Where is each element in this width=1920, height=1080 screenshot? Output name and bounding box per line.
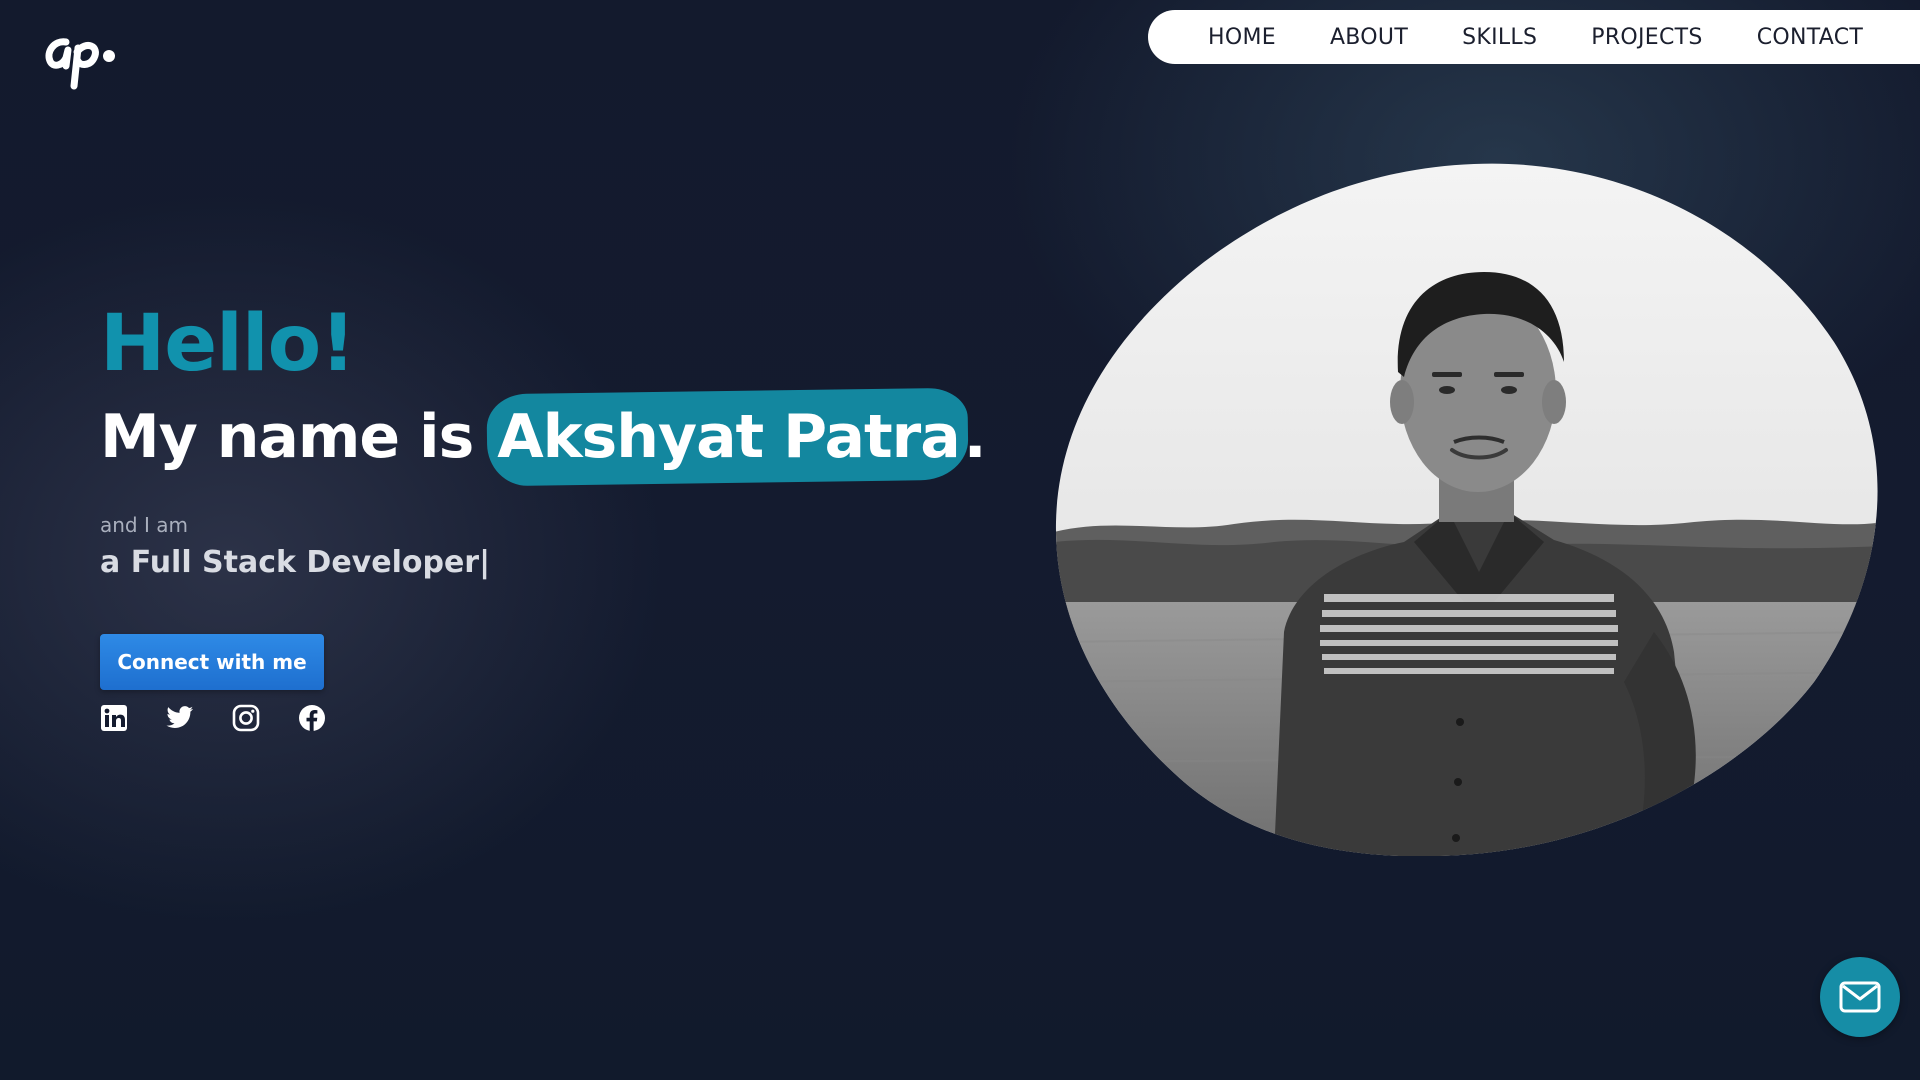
hero-role: a Full Stack Developer|: [100, 545, 491, 580]
name-highlight: Akshyat Patra: [493, 407, 964, 467]
site-logo[interactable]: [44, 28, 118, 92]
hero-section: Hello! My name is Akshyat Patra. and I a…: [100, 299, 987, 732]
linkedin-icon[interactable]: [100, 704, 128, 732]
profile-photo: [1054, 162, 1884, 857]
connect-button[interactable]: Connect with me: [100, 634, 324, 690]
social-links: [100, 704, 986, 732]
hero-name: Akshyat Patra: [497, 402, 961, 472]
instagram-icon[interactable]: [232, 704, 260, 732]
hero-greeting: Hello!: [100, 299, 356, 389]
nav-projects[interactable]: PROJECTS: [1591, 25, 1702, 50]
nav-skills[interactable]: SKILLS: [1462, 25, 1537, 50]
nav-contact[interactable]: CONTACT: [1757, 25, 1863, 50]
hero-name-line: My name is Akshyat Patra.: [100, 407, 987, 467]
name-prefix: My name is: [100, 402, 494, 472]
facebook-icon[interactable]: [298, 704, 326, 732]
top-nav: HOME ABOUT SKILLS PROJECTS CONTACT: [1148, 10, 1920, 64]
twitter-icon[interactable]: [166, 704, 194, 732]
nav-home[interactable]: HOME: [1208, 25, 1276, 50]
mail-icon: [1839, 981, 1881, 1013]
hero-intro: and I am: [100, 513, 188, 537]
mail-button[interactable]: [1820, 957, 1900, 1037]
nav-about[interactable]: ABOUT: [1330, 25, 1408, 50]
